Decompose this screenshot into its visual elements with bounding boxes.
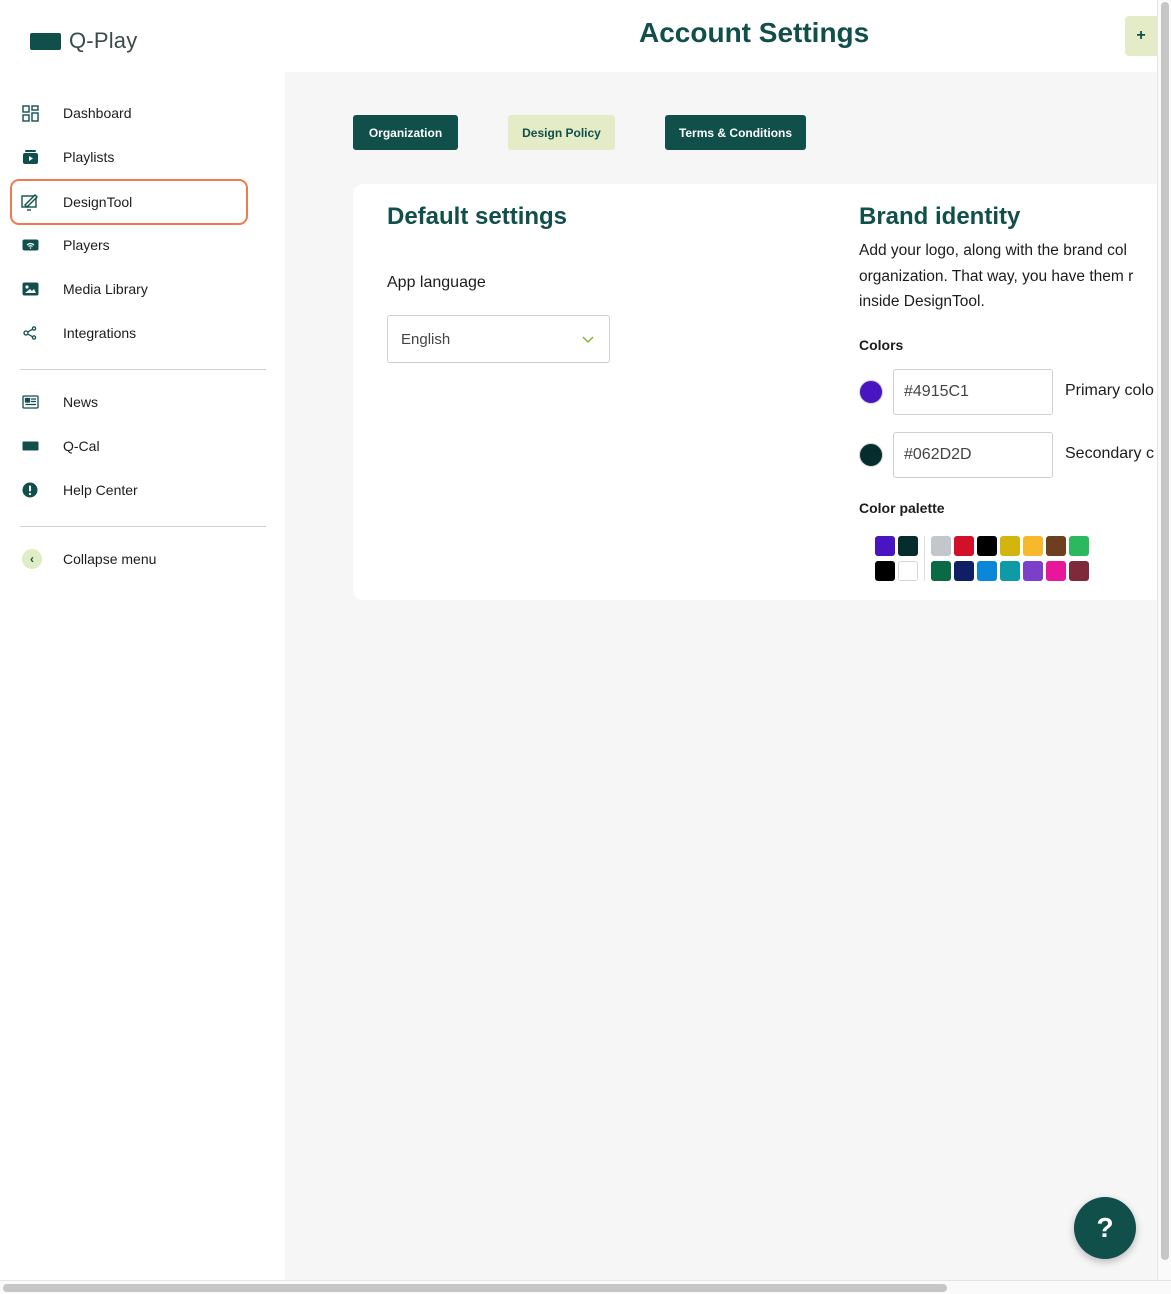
palette-swatch[interactable] [977, 561, 997, 581]
palette-separator [924, 536, 925, 581]
app-language-value: English [401, 330, 451, 348]
palette-swatch[interactable] [1023, 561, 1043, 581]
media-library-icon [21, 280, 39, 298]
palette-swatch[interactable] [1000, 561, 1020, 581]
collapse-menu-button[interactable]: ‹ Collapse menu [10, 536, 248, 582]
sidebar-item-label: Players [63, 237, 110, 253]
app-name: Q-Play [69, 28, 138, 53]
horizontal-scrollbar[interactable] [0, 1280, 1171, 1294]
sidebar-item-q-cal[interactable]: Q-Cal [10, 423, 248, 469]
designtool-icon [21, 193, 39, 211]
players-icon [21, 236, 39, 254]
integrations-icon [21, 324, 39, 342]
sidebar-divider [20, 369, 266, 370]
vertical-scrollbar[interactable] [1157, 0, 1171, 1280]
palette-swatch[interactable] [1069, 561, 1089, 581]
secondary-color-swatch[interactable] [859, 443, 883, 467]
playlists-icon [21, 148, 39, 166]
page-title: Account Settings [639, 17, 870, 48]
primary-color-input[interactable]: #4915C1 [893, 369, 1053, 415]
horizontal-scrollbar-thumb[interactable] [3, 1284, 947, 1292]
sidebar-item-help-center[interactable]: Help Center [10, 467, 248, 513]
logo[interactable]: Q-Play [30, 28, 137, 54]
sidebar-divider [20, 526, 266, 527]
primary-color-label: Primary colo [1065, 382, 1154, 399]
sidebar-item-label: Playlists [63, 149, 115, 165]
sidebar-item-label: Help Center [63, 482, 138, 498]
color-palette-heading: Color palette [859, 500, 945, 516]
add-button[interactable]: + [1125, 16, 1157, 56]
chevron-left-icon: ‹ [22, 549, 42, 569]
logo-mark-icon [30, 32, 61, 50]
palette-swatch[interactable] [1023, 536, 1043, 556]
help-button[interactable]: ? [1074, 1197, 1136, 1259]
palette-swatch[interactable] [1000, 536, 1020, 556]
palette-swatch[interactable] [954, 536, 974, 556]
main-content: Organization Design Policy Terms & Condi… [285, 72, 1157, 1280]
sidebar-item-label: DesignTool [63, 194, 133, 210]
sidebar: Q-Play Dashboard Playlists DesignTool Pl… [0, 0, 285, 1280]
primary-color-row: #4915C1 Primary colo [859, 369, 1157, 415]
brand-identity-description: Add your logo, along with the brand col … [859, 242, 1134, 310]
sidebar-item-dashboard[interactable]: Dashboard [10, 90, 248, 136]
palette-swatch[interactable] [931, 536, 951, 556]
collapse-menu-label: Collapse menu [63, 551, 157, 567]
palette-swatch[interactable] [977, 536, 997, 556]
palette-swatch[interactable] [898, 561, 918, 581]
sidebar-item-label: Media Library [63, 281, 148, 297]
header: Account Settings + [285, 0, 1157, 72]
sidebar-item-integrations[interactable]: Integrations [10, 310, 248, 356]
sidebar-item-playlists[interactable]: Playlists [10, 134, 248, 180]
sidebar-item-media-library[interactable]: Media Library [10, 266, 248, 312]
help-center-icon [21, 481, 39, 499]
palette-swatch[interactable] [898, 536, 918, 556]
sidebar-item-label: News [63, 394, 99, 410]
secondary-color-row: #062D2D Secondary c [859, 432, 1157, 478]
sidebar-item-label: Q-Cal [63, 438, 100, 454]
palette-swatch[interactable] [1046, 536, 1066, 556]
tab-organization[interactable]: Organization [353, 115, 458, 150]
sidebar-item-label: Integrations [63, 325, 137, 341]
brand-identity-title: Brand identity [859, 203, 1021, 230]
palette-swatch[interactable] [1046, 561, 1066, 581]
primary-color-swatch[interactable] [859, 380, 883, 404]
tab-design-policy[interactable]: Design Policy [508, 115, 615, 150]
secondary-color-input[interactable]: #062D2D [893, 432, 1053, 478]
palette-swatch[interactable] [875, 561, 895, 581]
secondary-color-label: Secondary c [1065, 445, 1154, 462]
dashboard-icon [21, 104, 39, 122]
settings-card: Default settings App language English Br… [353, 184, 1157, 600]
palette-swatch[interactable] [875, 536, 895, 556]
sidebar-item-designtool[interactable]: DesignTool [10, 179, 248, 225]
palette-swatch[interactable] [954, 561, 974, 581]
chevron-down-icon [581, 332, 595, 346]
q-cal-icon [21, 437, 39, 455]
news-icon [21, 393, 39, 411]
tab-terms-conditions[interactable]: Terms & Conditions [665, 115, 806, 150]
colors-heading: Colors [859, 337, 904, 353]
vertical-scrollbar-thumb[interactable] [1161, 2, 1169, 1260]
palette-swatch[interactable] [931, 561, 951, 581]
palette-swatch[interactable] [1069, 536, 1089, 556]
app-language-label: App language [387, 274, 486, 291]
app-language-select[interactable]: English [387, 315, 610, 363]
sidebar-item-news[interactable]: News [10, 379, 248, 425]
default-settings-title: Default settings [387, 203, 568, 230]
sidebar-item-players[interactable]: Players [10, 222, 248, 268]
sidebar-item-label: Dashboard [63, 105, 132, 121]
